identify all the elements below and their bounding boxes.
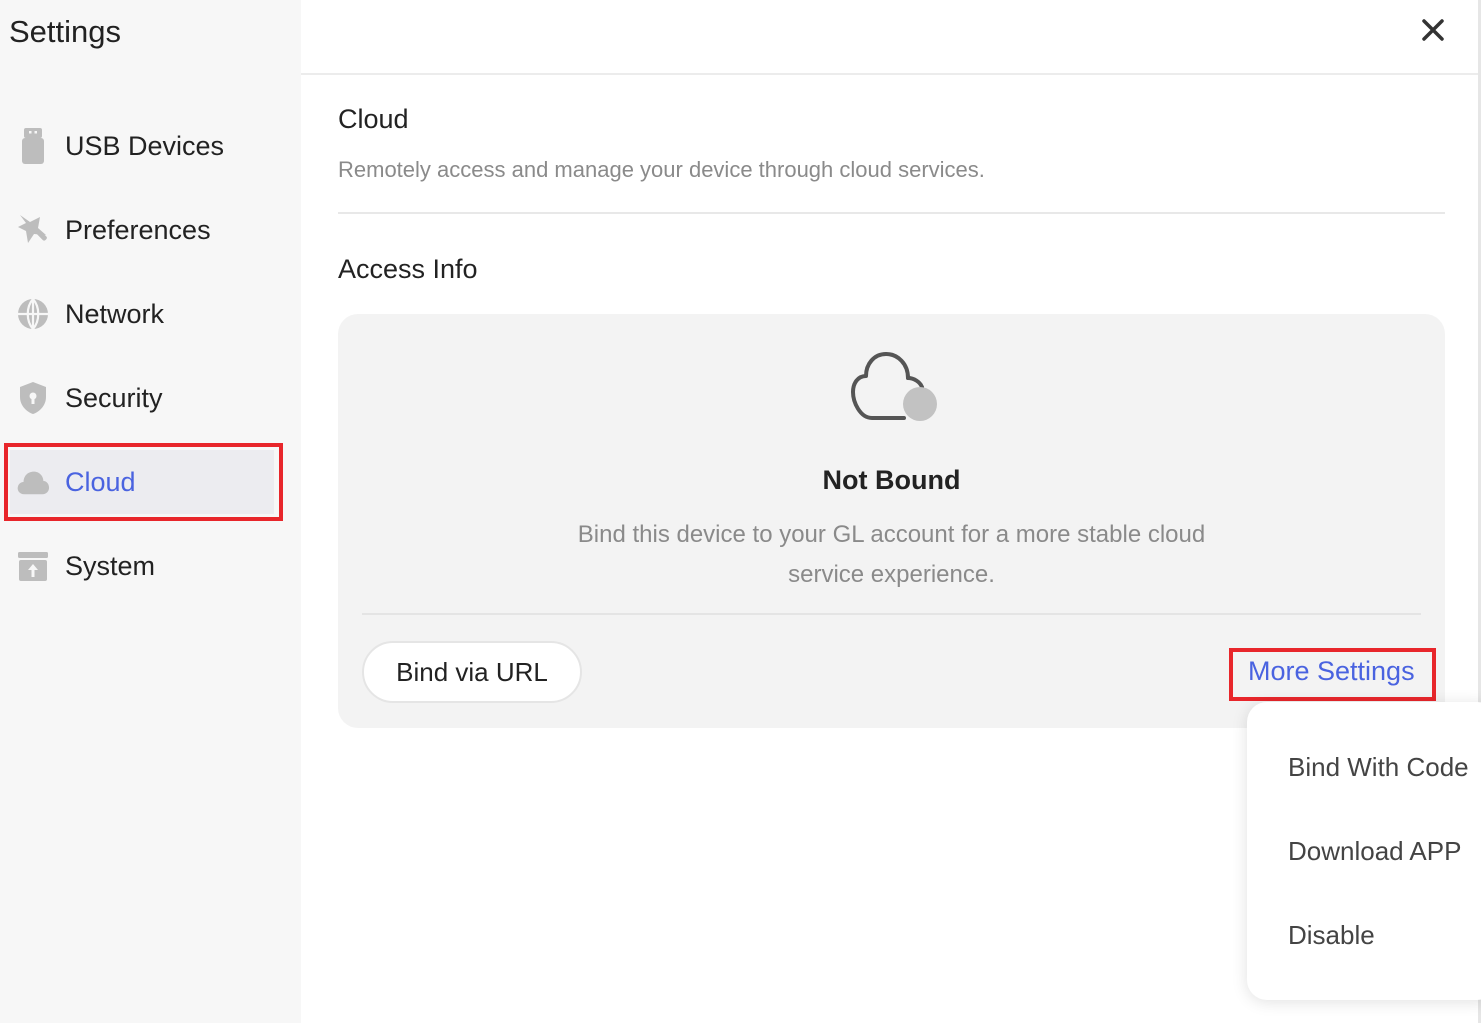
sidebar-item-label: Preferences bbox=[65, 214, 211, 245]
sidebar-item-network[interactable]: Network bbox=[10, 282, 274, 346]
sidebar-item-label: USB Devices bbox=[65, 130, 225, 161]
content-header bbox=[301, 0, 1481, 75]
shield-icon bbox=[16, 381, 50, 415]
status-description: Bind this device to your GL account for … bbox=[577, 521, 1206, 588]
cloud-offline-icon bbox=[848, 350, 940, 426]
close-button[interactable] bbox=[1417, 14, 1449, 46]
sidebar-item-usb-devices[interactable]: USB Devices bbox=[10, 114, 274, 178]
dropdown-item-disable[interactable]: Disable bbox=[1288, 920, 1375, 951]
sidebar-item-label: System bbox=[65, 550, 156, 581]
preferences-icon bbox=[16, 213, 50, 247]
page-title: Cloud bbox=[338, 104, 409, 134]
highlight-box bbox=[4, 443, 283, 521]
status-title: Not Bound bbox=[822, 465, 961, 495]
card-divider bbox=[362, 613, 1421, 615]
sidebar-item-system[interactable]: System bbox=[10, 534, 274, 598]
highlight-box bbox=[1229, 648, 1436, 701]
access-info-title: Access Info bbox=[338, 254, 478, 284]
sidebar-item-security[interactable]: Security bbox=[10, 366, 274, 430]
sidebar-item-label: Security bbox=[65, 382, 163, 413]
divider bbox=[338, 212, 1445, 214]
bind-via-url-button[interactable]: Bind via URL bbox=[362, 641, 582, 703]
close-icon bbox=[1422, 19, 1444, 41]
system-icon bbox=[16, 549, 50, 583]
page-description: Remotely access and manage your device t… bbox=[338, 157, 985, 182]
globe-icon bbox=[16, 297, 50, 331]
usb-icon bbox=[16, 128, 50, 164]
dropdown-item-bind-with-code[interactable]: Bind With Code bbox=[1288, 752, 1469, 783]
sidebar-title: Settings bbox=[9, 14, 122, 49]
sidebar-item-label: Network bbox=[65, 298, 165, 329]
dropdown-item-download-app[interactable]: Download APP bbox=[1288, 836, 1461, 867]
sidebar-item-preferences[interactable]: Preferences bbox=[10, 198, 274, 262]
